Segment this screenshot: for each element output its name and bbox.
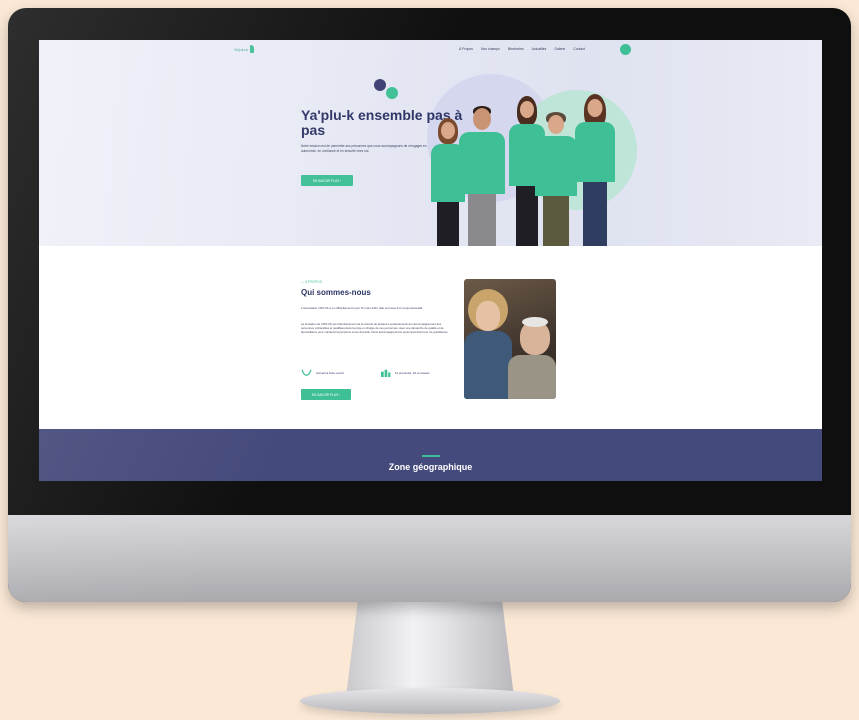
top-nav: Ya'plu-k À Propos Nos champs Bénévoles A… [39,40,822,60]
photo-caregiver-body [464,331,512,399]
main-menu: À Propos Nos champs Bénévoles Actualités… [459,47,585,51]
photo-elder-body [508,355,556,399]
zone-title: Zone géographique [388,462,473,472]
hero-cta-button[interactable]: EN SAVOIR PLUS › [301,175,353,186]
about-title: Qui sommes-nous [301,288,371,297]
nav-item-benevoles[interactable]: Bénévoles [508,47,524,51]
nav-item-galerie[interactable]: Galerie [554,47,565,51]
feature-welcome: Accueil à bras ouvert [301,368,356,377]
photo-elder-hair [522,317,548,327]
about-cta-button[interactable]: EN SAVOIR PLUS › [301,389,351,400]
about-section: — À PROPOS Qui sommes-nous L'association… [39,246,822,429]
photo-caregiver-face [476,301,500,331]
monitor-chin [8,515,851,602]
team-member [459,106,505,246]
logo-mark-icon [250,45,255,53]
logo-text: Ya'plu-k [234,46,249,52]
feature-proximity: 11 proximité, 22 et réseau [380,368,435,377]
hero-dot-green [386,87,398,99]
hero-text: Notre mission est de permettre aux perso… [301,144,427,153]
about-eyebrow: — À PROPOS [301,280,322,284]
nav-item-contact[interactable]: Contact [573,47,585,51]
hero-dot-navy [374,79,386,91]
team-member [575,94,615,246]
zone-section: Zone géographique [39,429,822,481]
monitor-stand-base [300,688,560,714]
nav-item-a-propos[interactable]: À Propos [459,47,473,51]
website-screen: Ya'plu-k ensemble pas à pas Notre missio… [39,40,822,481]
feature-welcome-label: Accueil à bras ouvert [316,370,345,375]
nav-donate-badge[interactable] [620,44,631,55]
about-paragraph-2: La fondation de YAPLUK est l'aboutisseme… [301,322,449,335]
hero-section: Ya'plu-k ensemble pas à pas Notre missio… [39,40,822,246]
nav-item-nos-champs[interactable]: Nos champs [481,47,500,51]
hands-icon [301,369,312,376]
feature-proximity-label: 11 proximité, 22 et réseau [395,370,430,375]
nav-item-actualites[interactable]: Actualités [532,47,547,51]
site-logo[interactable]: Ya'plu-k [234,45,255,53]
caregiver-photo [464,279,556,399]
people-icon [381,369,391,377]
about-paragraph-1: L'association YAPLUK a vu officiellement… [301,306,423,310]
team-member [535,112,577,246]
zone-divider [422,455,440,457]
